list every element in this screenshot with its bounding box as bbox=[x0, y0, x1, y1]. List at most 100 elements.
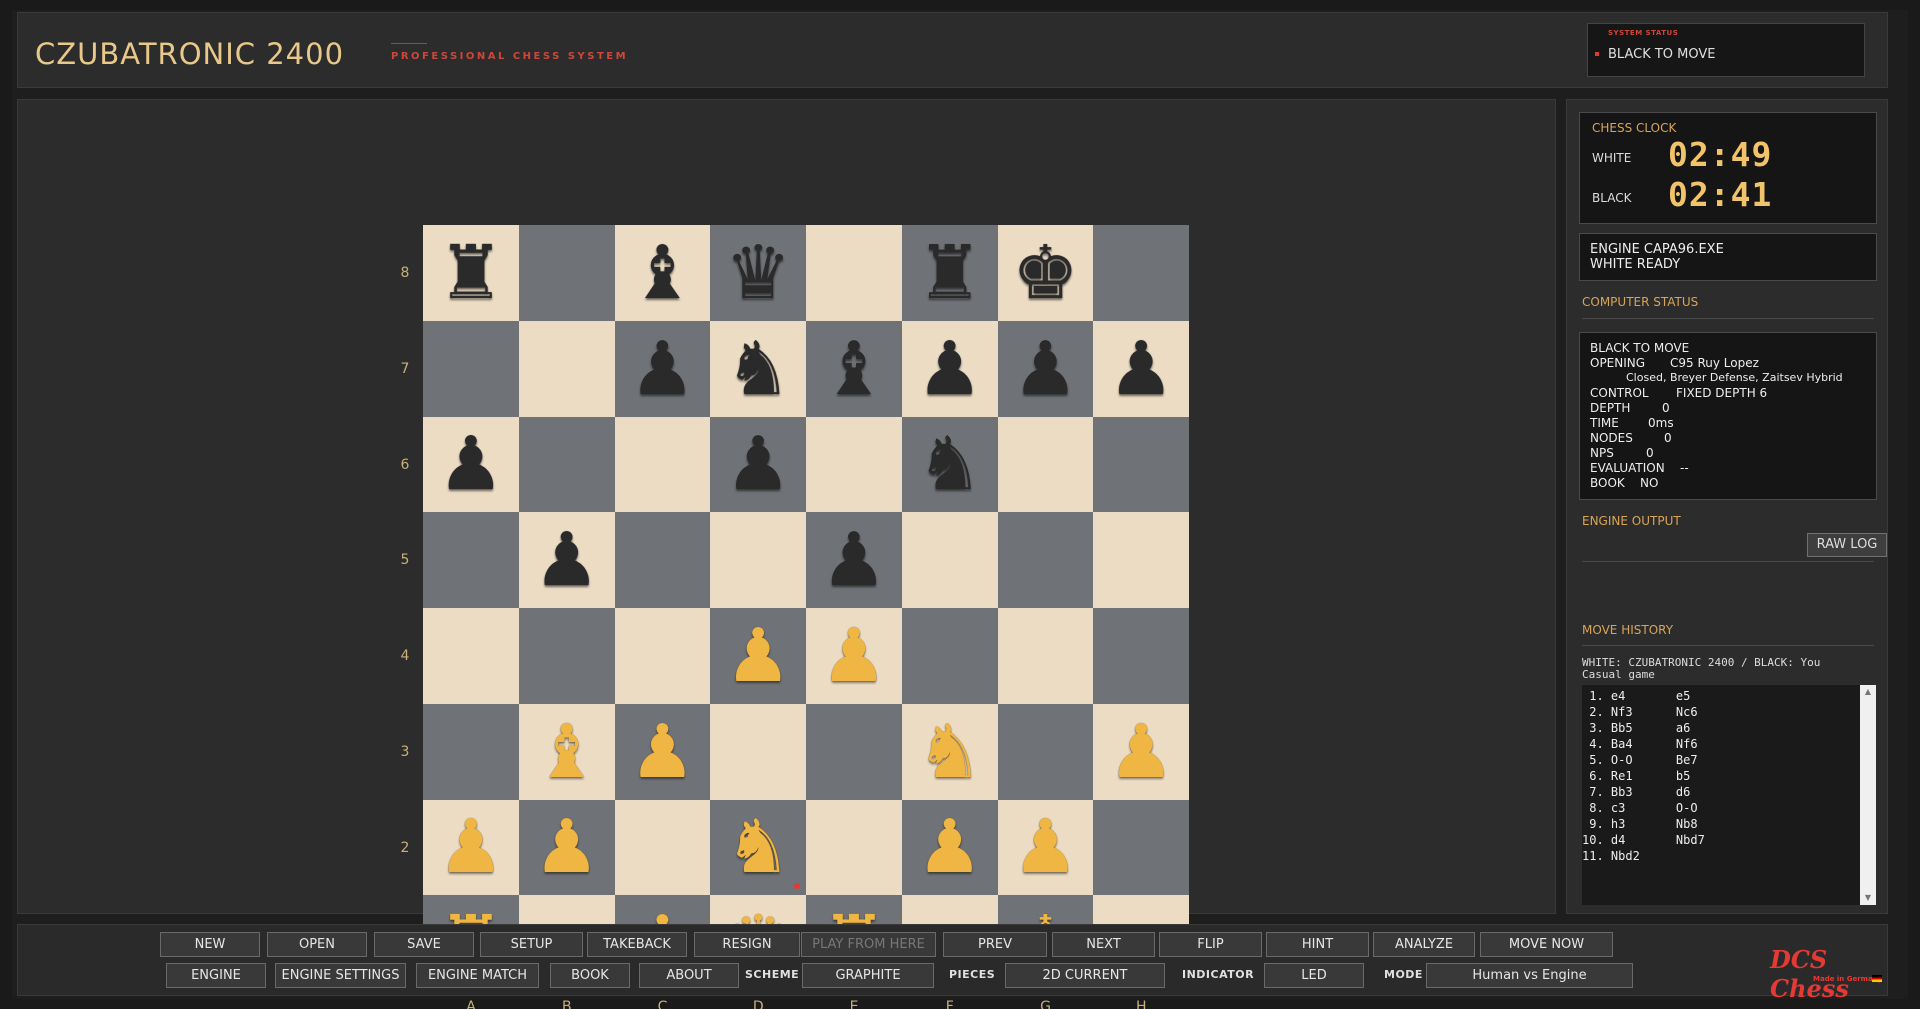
square-b4[interactable] bbox=[518, 608, 615, 704]
square-b5[interactable]: ♟ bbox=[518, 512, 615, 608]
move-row[interactable]: 1. e4 e5 bbox=[1582, 689, 1690, 703]
engine-match-button[interactable]: ENGINE MATCH bbox=[416, 963, 539, 988]
black-pawn-icon[interactable]: ♟ bbox=[821, 523, 887, 597]
square-g5[interactable] bbox=[997, 512, 1094, 608]
black-bishop-icon[interactable]: ♝ bbox=[629, 236, 695, 310]
move-row[interactable]: 11. Nbd2 bbox=[1582, 849, 1640, 863]
black-pawn-icon[interactable]: ♟ bbox=[438, 427, 504, 501]
white-pawn-icon[interactable]: ♟ bbox=[821, 619, 887, 693]
square-c6[interactable] bbox=[614, 416, 711, 513]
move-history-list[interactable]: ▲ ▼ 1. e4 e5 2. Nf3 Nc6 3. Bb5 a6 4. Ba4… bbox=[1582, 685, 1876, 905]
black-queen-icon[interactable]: ♛ bbox=[725, 236, 791, 310]
black-pawn-icon[interactable]: ♟ bbox=[1012, 332, 1078, 406]
square-g8[interactable]: ♚ bbox=[997, 225, 1094, 321]
analyze-button[interactable]: ANALYZE bbox=[1373, 932, 1475, 957]
black-knight-icon[interactable]: ♞ bbox=[725, 332, 791, 406]
scroll-up-icon[interactable]: ▲ bbox=[1860, 685, 1876, 699]
move-row[interactable]: 4. Ba4 Nf6 bbox=[1582, 737, 1697, 751]
play-from-here-button[interactable]: PLAY FROM HERE bbox=[801, 932, 936, 957]
indicator-select[interactable]: LED bbox=[1264, 963, 1364, 988]
setup-button[interactable]: SETUP bbox=[480, 932, 583, 957]
square-g7[interactable]: ♟ bbox=[997, 320, 1094, 417]
white-pawn-icon[interactable]: ♟ bbox=[438, 810, 504, 884]
scroll-down-icon[interactable]: ▼ bbox=[1860, 891, 1876, 905]
square-d2[interactable]: ♞ bbox=[710, 799, 806, 896]
move-row[interactable]: 7. Bb3 d6 bbox=[1582, 785, 1690, 799]
square-c8[interactable]: ♝ bbox=[614, 225, 711, 321]
white-pawn-icon[interactable]: ♟ bbox=[916, 810, 982, 884]
square-b6[interactable] bbox=[518, 416, 615, 513]
new-button[interactable]: NEW bbox=[160, 932, 260, 957]
square-h7[interactable]: ♟ bbox=[1093, 320, 1189, 417]
move-row[interactable]: 8. c3 O-O bbox=[1582, 801, 1697, 815]
square-a7[interactable] bbox=[423, 320, 519, 417]
about-button[interactable]: ABOUT bbox=[639, 963, 739, 988]
square-c3[interactable]: ♟ bbox=[614, 703, 711, 800]
square-a5[interactable] bbox=[423, 512, 519, 608]
square-b8[interactable] bbox=[518, 225, 615, 321]
move-now-button[interactable]: MOVE NOW bbox=[1480, 932, 1613, 957]
square-g2[interactable]: ♟ bbox=[997, 799, 1094, 896]
square-d6[interactable]: ♟ bbox=[710, 416, 806, 513]
square-d5[interactable] bbox=[710, 512, 806, 608]
square-f2[interactable]: ♟ bbox=[901, 799, 998, 896]
black-king-icon[interactable]: ♚ bbox=[1012, 236, 1078, 310]
black-pawn-icon[interactable]: ♟ bbox=[725, 427, 791, 501]
white-knight-icon[interactable]: ♞ bbox=[725, 810, 791, 884]
pieces-select[interactable]: 2D CURRENT bbox=[1005, 963, 1165, 988]
move-row[interactable]: 6. Re1 b5 bbox=[1582, 769, 1690, 783]
next-button[interactable]: NEXT bbox=[1052, 932, 1155, 957]
square-f4[interactable] bbox=[901, 608, 998, 704]
square-e5[interactable]: ♟ bbox=[806, 512, 902, 608]
resign-button[interactable]: RESIGN bbox=[694, 932, 800, 957]
move-row[interactable]: 3. Bb5 a6 bbox=[1582, 721, 1690, 735]
square-b3[interactable]: ♝ bbox=[518, 703, 615, 800]
square-b2[interactable]: ♟ bbox=[518, 799, 615, 896]
black-rook-icon[interactable]: ♜ bbox=[438, 236, 504, 310]
move-row[interactable]: 9. h3 Nb8 bbox=[1582, 817, 1697, 831]
square-c4[interactable] bbox=[614, 608, 711, 704]
mode-select[interactable]: Human vs Engine bbox=[1426, 963, 1633, 988]
square-f6[interactable]: ♞ bbox=[901, 416, 998, 513]
square-f7[interactable]: ♟ bbox=[901, 320, 998, 417]
square-a6[interactable]: ♟ bbox=[423, 416, 519, 513]
square-d7[interactable]: ♞ bbox=[710, 320, 806, 417]
square-e2[interactable] bbox=[806, 799, 902, 896]
square-g4[interactable] bbox=[997, 608, 1094, 704]
square-c7[interactable]: ♟ bbox=[614, 320, 711, 417]
black-pawn-icon[interactable]: ♟ bbox=[533, 523, 599, 597]
square-g3[interactable] bbox=[997, 703, 1094, 800]
white-pawn-icon[interactable]: ♟ bbox=[1108, 715, 1174, 789]
white-pawn-icon[interactable]: ♟ bbox=[533, 810, 599, 884]
square-c2[interactable] bbox=[614, 799, 711, 896]
raw-log-button[interactable]: RAW LOG bbox=[1807, 533, 1887, 557]
square-e6[interactable] bbox=[806, 416, 902, 513]
square-d4[interactable]: ♟ bbox=[710, 608, 806, 704]
book-button[interactable]: BOOK bbox=[550, 963, 630, 988]
square-f8[interactable]: ♜ bbox=[901, 225, 998, 321]
save-button[interactable]: SAVE bbox=[374, 932, 474, 957]
square-h4[interactable] bbox=[1093, 608, 1189, 704]
square-d8[interactable]: ♛ bbox=[710, 225, 806, 321]
hint-button[interactable]: HINT bbox=[1266, 932, 1369, 957]
white-pawn-icon[interactable]: ♟ bbox=[629, 715, 695, 789]
square-e7[interactable]: ♝ bbox=[806, 320, 902, 417]
square-f3[interactable]: ♞ bbox=[901, 703, 998, 800]
square-e4[interactable]: ♟ bbox=[806, 608, 902, 704]
square-h8[interactable] bbox=[1093, 225, 1189, 321]
flip-button[interactable]: FLIP bbox=[1159, 932, 1262, 957]
black-knight-icon[interactable]: ♞ bbox=[916, 427, 982, 501]
square-d3[interactable] bbox=[710, 703, 806, 800]
square-h3[interactable]: ♟ bbox=[1093, 703, 1189, 800]
move-history-scrollbar[interactable]: ▲ ▼ bbox=[1860, 685, 1876, 905]
prev-button[interactable]: PREV bbox=[943, 932, 1047, 957]
chess-board[interactable]: ♜♝♛♜♚♟♞♝♟♟♟♟♟♞♟♟♟♟♝♟♞♟♟♟♞♟♟♜♝♛♜♚ bbox=[423, 225, 1189, 991]
white-bishop-icon[interactable]: ♝ bbox=[533, 715, 599, 789]
square-h5[interactable] bbox=[1093, 512, 1189, 608]
square-g6[interactable] bbox=[997, 416, 1094, 513]
move-row[interactable]: 5. O-O Be7 bbox=[1582, 753, 1697, 767]
white-knight-icon[interactable]: ♞ bbox=[916, 715, 982, 789]
square-h6[interactable] bbox=[1093, 416, 1189, 513]
takeback-button[interactable]: TAKEBACK bbox=[587, 932, 687, 957]
black-pawn-icon[interactable]: ♟ bbox=[916, 332, 982, 406]
